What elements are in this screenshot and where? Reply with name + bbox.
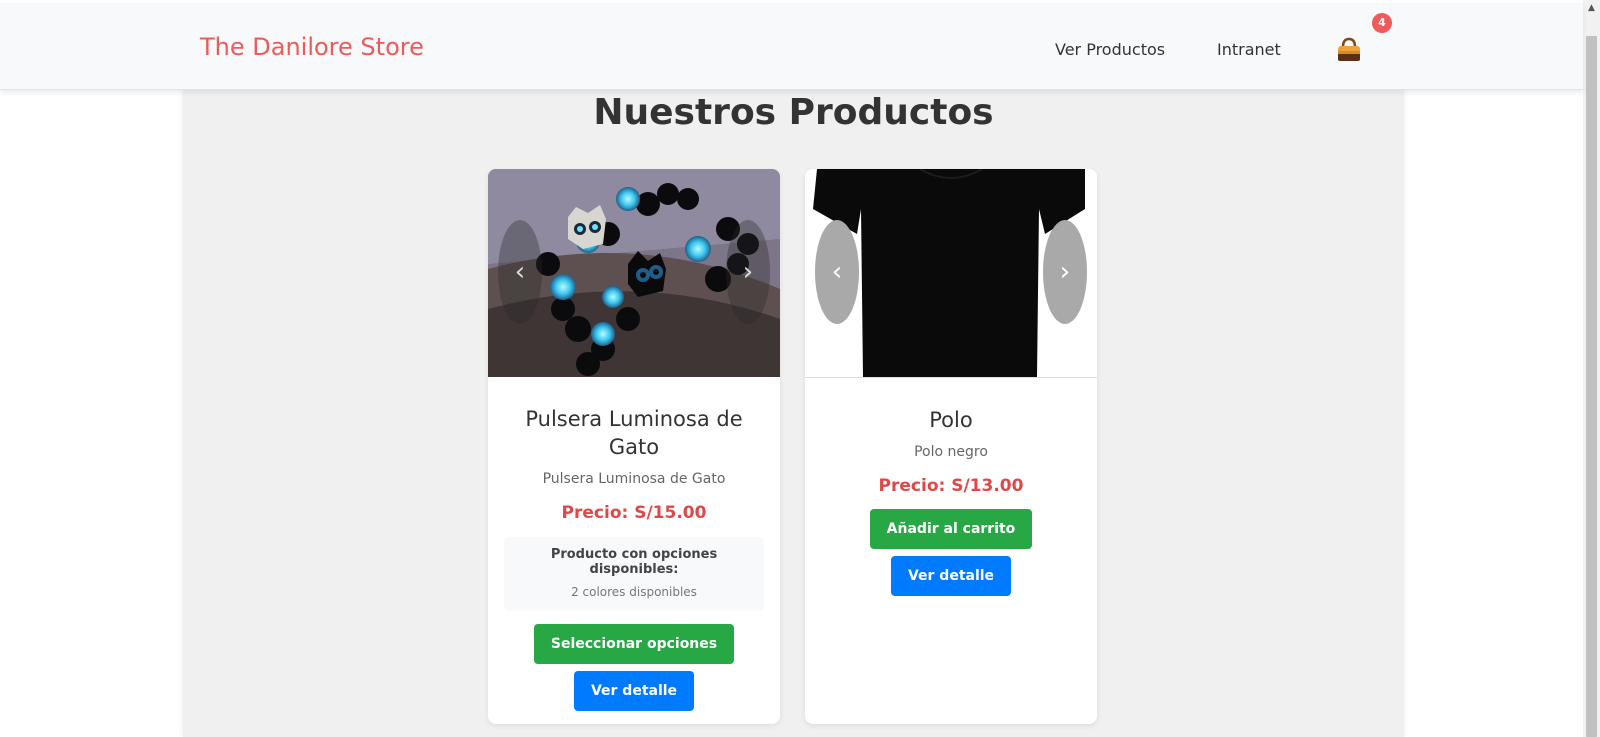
product-name: Polo <box>929 408 973 432</box>
product-price: Precio: S/15.00 <box>561 503 707 523</box>
product-image-carousel: ‹ › <box>488 169 780 377</box>
carousel-next-button[interactable]: › <box>1043 220 1087 324</box>
product-description: Polo negro <box>914 444 988 460</box>
product-options-box: Producto con opciones disponibles: 2 col… <box>504 537 764 611</box>
options-count: 2 colores disponibles <box>571 585 697 599</box>
cart-count-badge: 4 <box>1372 13 1392 33</box>
brand-logo-text[interactable]: The Danilore Store <box>200 33 424 61</box>
nav-link-ver-productos[interactable]: Ver Productos <box>1055 40 1165 59</box>
product-image-carousel: ‹ › <box>805 169 1097 378</box>
scroll-thumb[interactable] <box>1586 36 1597 737</box>
scrollbar[interactable]: ▲ <box>1583 0 1600 737</box>
page-title: Nuestros Productos <box>593 92 994 133</box>
card-body: Polo Polo negro Precio: S/13.00 Añadir a… <box>805 406 1097 596</box>
carousel-prev-button[interactable]: ‹ <box>498 220 542 324</box>
content-panel <box>183 88 1404 737</box>
view-detail-button[interactable]: Ver detalle <box>573 671 695 711</box>
shopping-bag-icon[interactable] <box>1335 36 1363 64</box>
product-description: Pulsera Luminosa de Gato <box>542 471 726 487</box>
nav-link-intranet[interactable]: Intranet <box>1217 40 1281 59</box>
product-name: Pulsera Luminosa de Gato <box>525 407 743 459</box>
scroll-up-arrow-icon[interactable]: ▲ <box>1583 0 1600 17</box>
product-price: Precio: S/13.00 <box>878 476 1024 496</box>
carousel-next-button[interactable]: › <box>726 220 770 324</box>
view-detail-button[interactable]: Ver detalle <box>890 556 1012 596</box>
select-options-button[interactable]: Seleccionar opciones <box>533 624 735 664</box>
product-card: ‹ › Polo Polo negro Precio: S/13.00 Añad… <box>805 169 1097 724</box>
card-body: Pulsera Luminosa de Gato Pulsera Luminos… <box>488 405 780 711</box>
product-card: ‹ › Pulsera Luminosa de Gato Pulsera Lum… <box>488 169 780 724</box>
navbar: The Danilore Store Ver Productos Intrane… <box>0 3 1583 90</box>
carousel-prev-button[interactable]: ‹ <box>815 220 859 324</box>
options-title: Producto con opciones disponibles: <box>550 547 718 577</box>
add-to-cart-button[interactable]: Añadir al carrito <box>869 509 1033 549</box>
